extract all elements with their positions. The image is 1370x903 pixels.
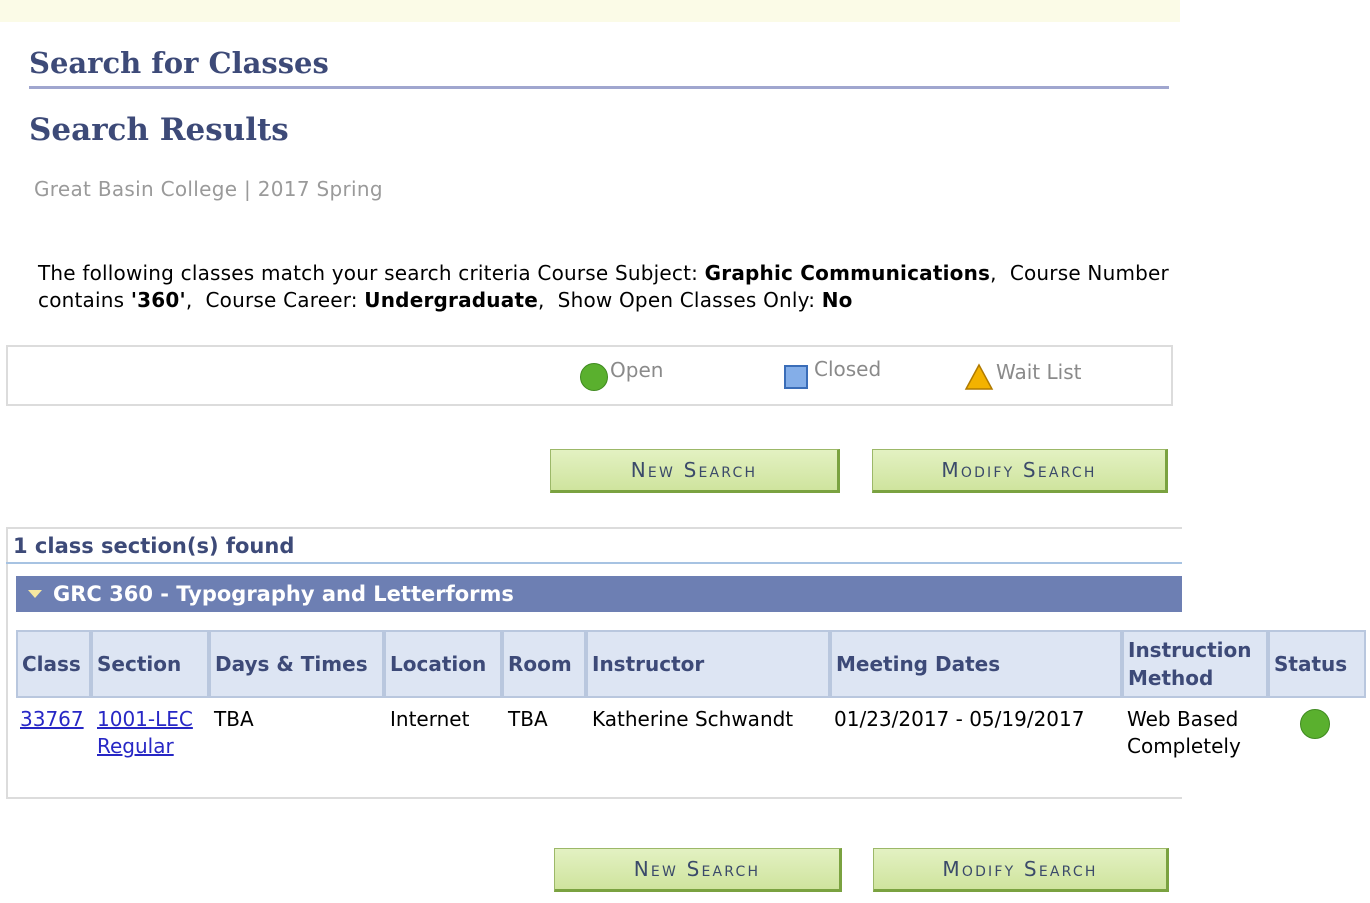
waitlist-status-icon — [964, 363, 994, 396]
search-results-heading: Search Results — [29, 112, 289, 148]
criteria-comma: , — [990, 261, 997, 285]
open-status-icon — [580, 363, 608, 391]
criteria-comma: , — [185, 288, 193, 312]
section-link[interactable]: 1001-LEC — [97, 706, 193, 733]
results-divider — [6, 562, 1182, 564]
modify-search-button-top[interactable]: Modify Search — [872, 449, 1168, 493]
col-header-class: Class — [16, 630, 91, 698]
criteria-open-label: Show Open Classes Only: — [557, 288, 816, 312]
col-header-days-times: Days & Times — [209, 630, 384, 698]
search-criteria-summary: The following classes match your search … — [38, 260, 1178, 314]
page-title: Search for Classes — [29, 46, 329, 80]
legend-open-label: Open — [610, 357, 664, 382]
legend-open: Open — [580, 358, 663, 391]
col-header-instruction-method: Instruction Method — [1122, 630, 1268, 698]
col-header-section: Section — [91, 630, 209, 698]
criteria-career-label: Course Career: — [205, 288, 358, 312]
legend-closed: Closed — [784, 357, 881, 389]
legend-closed-label: Closed — [814, 357, 882, 381]
top-notice-bar — [0, 0, 1180, 22]
section-cell: 1001-LEC Regular — [97, 706, 193, 760]
col-header-instructor: Instructor — [586, 630, 830, 698]
criteria-career-value: Undergraduate — [364, 288, 538, 312]
days-times-cell: TBA — [214, 707, 254, 731]
legend-waitlist: Wait List — [964, 360, 1082, 396]
section-session-link[interactable]: Regular — [97, 733, 193, 760]
term-name: 2017 Spring — [257, 177, 383, 201]
criteria-number-value: '360' — [130, 288, 186, 312]
criteria-subject: Graphic Communications — [704, 261, 991, 285]
institution-name: Great Basin College — [34, 177, 238, 201]
closed-status-icon — [784, 364, 808, 389]
course-group-header[interactable]: GRC 360 - Typography and Letterforms — [16, 576, 1182, 612]
col-header-room: Room — [502, 630, 586, 698]
criteria-open-value: No — [821, 288, 853, 312]
modify-search-button-bottom[interactable]: Modify Search — [873, 848, 1169, 892]
instruction-method-cell: Web Based Completely — [1127, 707, 1241, 758]
meeting-dates-cell: 01/23/2017 - 05/19/2017 — [834, 707, 1085, 731]
location-cell: Internet — [390, 707, 470, 731]
criteria-comma: , — [537, 288, 545, 312]
new-search-button-top[interactable]: New Search — [550, 449, 840, 493]
criteria-intro: The following classes match your search … — [38, 261, 699, 285]
new-search-button-bottom[interactable]: New Search — [554, 848, 842, 892]
room-cell: TBA — [508, 707, 548, 731]
class-number-link[interactable]: 33767 — [20, 706, 84, 733]
course-title: GRC 360 - Typography and Letterforms — [53, 582, 514, 606]
results-count: 1 class section(s) found — [13, 534, 295, 558]
open-status-icon — [1300, 709, 1330, 739]
col-header-meeting-dates: Meeting Dates — [830, 630, 1122, 698]
title-divider — [29, 86, 1169, 89]
legend-waitlist-label: Wait List — [996, 360, 1082, 384]
instructor-cell: Katherine Schwandt — [592, 707, 794, 731]
institution-term-line: Great Basin College | 2017 Spring — [34, 177, 383, 201]
col-header-location: Location — [384, 630, 502, 698]
separator: | — [244, 177, 252, 201]
collapse-triangle-icon[interactable] — [28, 590, 42, 598]
col-header-status: Status — [1268, 630, 1366, 698]
status-legend: Open Closed Wait List — [6, 345, 1173, 406]
